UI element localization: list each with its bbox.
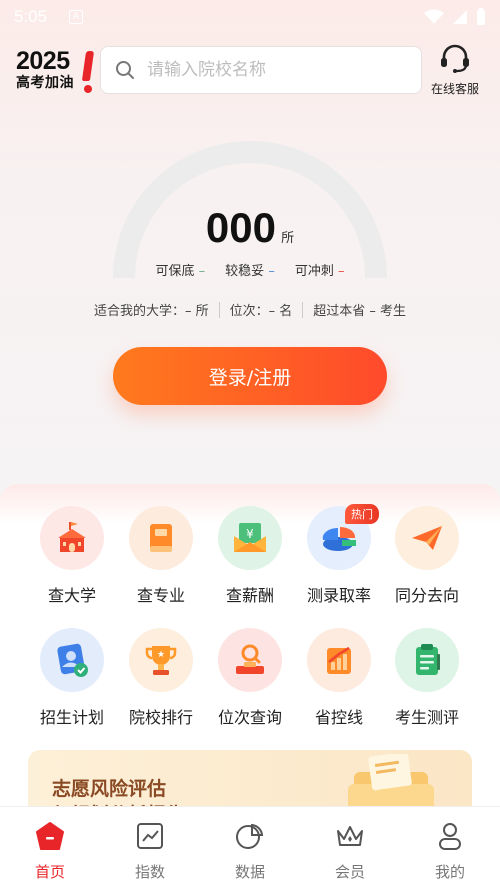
index-chart-icon bbox=[137, 823, 163, 849]
home-icon bbox=[36, 822, 64, 850]
feature-label: 查专业 bbox=[136, 586, 185, 605]
search-icon bbox=[116, 61, 134, 79]
data-icon bbox=[236, 823, 264, 849]
feature-label: 查大学 bbox=[47, 586, 96, 605]
user-icon bbox=[439, 823, 461, 850]
feature-label: 同分去向 bbox=[394, 586, 459, 605]
feature-label: 位次查询 bbox=[217, 708, 282, 727]
feature-rank-query[interactable]: 位次查询 bbox=[206, 628, 294, 728]
paper-plane-icon bbox=[395, 506, 459, 570]
crown-icon bbox=[337, 826, 363, 846]
feature-university[interactable]: 查大学 bbox=[28, 506, 116, 606]
status-time: 5:05 bbox=[14, 7, 48, 26]
search-input[interactable] bbox=[147, 60, 397, 80]
svg-text:¥: ¥ bbox=[246, 527, 254, 541]
svg-text:★: ★ bbox=[157, 650, 165, 660]
signal-icon bbox=[453, 10, 467, 24]
score-display: 000 所 bbox=[0, 204, 500, 252]
salary-icon: ¥ bbox=[218, 506, 282, 570]
stats-row: 适合我的大学：– 所 位次：– 名 超过本省 – 考生 bbox=[0, 300, 500, 319]
online-service-button[interactable]: 在线客服 bbox=[424, 44, 486, 100]
score-unit: 所 bbox=[281, 231, 295, 246]
tab-mine[interactable]: 我的 bbox=[400, 807, 500, 888]
logo: 2025 高考加油 bbox=[16, 48, 98, 96]
hot-badge: 热门 bbox=[345, 504, 379, 524]
feature-enrollment-plan[interactable]: 招生计划 bbox=[28, 628, 116, 728]
enrollment-plan-icon bbox=[40, 628, 104, 692]
tab-index[interactable]: 指数 bbox=[100, 807, 200, 888]
tab-label: 首页 bbox=[34, 863, 65, 881]
search-box[interactable] bbox=[100, 46, 422, 94]
rank-search-icon bbox=[218, 628, 282, 692]
bottom-tab-bar: 首页 指数 数据 会员 我的 bbox=[0, 806, 500, 888]
headset-icon bbox=[441, 44, 469, 73]
level-stable: 较稳妥 – bbox=[225, 264, 275, 279]
status-bar: 5:05 A bbox=[0, 0, 500, 34]
tab-home[interactable]: 首页 bbox=[0, 807, 100, 888]
score-levels: 可保底 – 较稳妥 – 可冲刺 – bbox=[0, 260, 500, 279]
clipboard-icon bbox=[395, 628, 459, 692]
header: 2025 高考加油 在线客服 bbox=[0, 44, 500, 100]
university-icon bbox=[40, 506, 104, 570]
stat-exceed: 超过本省 – 考生 bbox=[313, 304, 407, 319]
login-register-button[interactable]: 登录/注册 bbox=[113, 347, 387, 405]
level-reach: 可冲刺 – bbox=[294, 264, 345, 279]
score-value: 000 bbox=[205, 204, 276, 251]
feature-label: 测录取率 bbox=[306, 586, 371, 605]
tab-label: 我的 bbox=[434, 863, 465, 881]
feature-salary[interactable]: ¥ 查薪酬 bbox=[206, 506, 294, 606]
book-icon bbox=[129, 506, 193, 570]
tab-label: 指数 bbox=[134, 863, 165, 881]
feature-label: 院校排行 bbox=[128, 708, 193, 727]
feature-provincial-line[interactable]: 省控线 bbox=[295, 628, 383, 728]
feature-major[interactable]: 查专业 bbox=[117, 506, 205, 606]
stat-rank: 位次：– 名 bbox=[229, 304, 293, 319]
pie-chart-icon: 热门 bbox=[307, 504, 379, 570]
tab-label: 数据 bbox=[234, 863, 265, 881]
wifi-icon bbox=[424, 9, 444, 24]
feature-admission-rate[interactable]: 热门 测录取率 bbox=[295, 504, 383, 606]
online-service-label: 在线客服 bbox=[430, 82, 479, 96]
feature-label: 省控线 bbox=[314, 708, 363, 727]
feature-label: 考生测评 bbox=[394, 708, 459, 727]
feature-student-assessment[interactable]: 考生测评 bbox=[383, 628, 471, 728]
tab-label: 会员 bbox=[334, 863, 365, 881]
feature-college-ranking[interactable]: ★ 院校排行 bbox=[117, 628, 205, 728]
growth-chart-icon bbox=[307, 628, 371, 692]
stat-universities: 适合我的大学：– 所 bbox=[93, 304, 209, 319]
level-safe: 可保底 – bbox=[155, 264, 206, 279]
logo-exclamation-dot bbox=[84, 85, 92, 93]
feature-label: 招生计划 bbox=[39, 708, 104, 727]
feature-same-score[interactable]: 同分去向 bbox=[383, 506, 471, 606]
tab-data[interactable]: 数据 bbox=[200, 807, 300, 888]
tab-member[interactable]: 会员 bbox=[300, 807, 400, 888]
feature-label: 查薪酬 bbox=[225, 586, 274, 605]
trophy-icon: ★ bbox=[129, 628, 193, 692]
battery-icon bbox=[477, 8, 485, 25]
banner-title: 志愿风险评估 bbox=[52, 778, 167, 800]
notification-icon: A bbox=[69, 10, 84, 24]
